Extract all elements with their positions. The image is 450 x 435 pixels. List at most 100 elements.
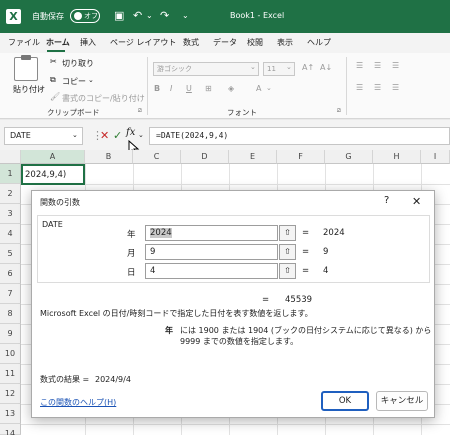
- row-header[interactable]: 6: [0, 264, 21, 284]
- tab-file[interactable]: ファイル: [8, 37, 40, 48]
- collapse-dialog-day-icon[interactable]: ⇧: [279, 263, 296, 279]
- arg-input-month[interactable]: 9: [145, 244, 278, 260]
- fill-color-icon[interactable]: ◈: [228, 84, 234, 93]
- formula-input[interactable]: =DATE(2024,9,4): [149, 127, 450, 145]
- copy-dropdown-icon[interactable]: ⌄: [88, 76, 94, 84]
- arg-description-text: には 1900 または 1904 (ブックの日付システムに応じて異なる) から …: [180, 326, 432, 346]
- fx-dropdown-icon[interactable]: ⌄: [138, 131, 144, 139]
- column-header[interactable]: C: [133, 150, 181, 164]
- active-cell-a1[interactable]: 2024,9,4): [21, 164, 85, 185]
- cancel-formula-icon[interactable]: ✕: [100, 129, 109, 142]
- gridline: [21, 184, 450, 185]
- collapse-dialog-year-icon[interactable]: ⇧: [279, 225, 296, 241]
- column-header[interactable]: D: [181, 150, 229, 164]
- arg-label-year: 年: [127, 230, 136, 240]
- tab-help[interactable]: ヘルプ: [307, 37, 331, 48]
- column-header[interactable]: H: [373, 150, 421, 164]
- align-left-icon[interactable]: ☰: [356, 83, 363, 92]
- column-header[interactable]: I: [421, 150, 450, 164]
- row-header[interactable]: 1: [0, 164, 21, 184]
- select-all-corner[interactable]: [0, 150, 21, 164]
- row-header[interactable]: 5: [0, 244, 21, 264]
- tab-home[interactable]: ホーム: [46, 37, 70, 48]
- font-name-dropdown-icon[interactable]: ⌄: [250, 63, 256, 71]
- paste-dropdown-icon[interactable]: ⌄: [38, 84, 44, 92]
- cut-icon[interactable]: ✂: [50, 57, 57, 66]
- column-header[interactable]: B: [85, 150, 133, 164]
- arg-label-day: 日: [127, 268, 136, 278]
- redo-icon[interactable]: ↷: [160, 8, 169, 24]
- column-header[interactable]: G: [325, 150, 373, 164]
- font-group-label: フォント: [227, 108, 257, 117]
- bold-button[interactable]: B: [154, 84, 160, 93]
- dialog-help-button[interactable]: ?: [384, 195, 389, 206]
- row-header[interactable]: 11: [0, 364, 21, 384]
- row-header[interactable]: 8: [0, 304, 21, 324]
- ok-button[interactable]: OK: [321, 391, 369, 411]
- font-launcher-icon[interactable]: ⧄: [337, 107, 341, 115]
- align-top-icon[interactable]: ☰: [356, 61, 363, 70]
- arg-label-month: 月: [127, 249, 136, 259]
- cut-button[interactable]: 切り取り: [62, 58, 94, 69]
- function-result-equals: =: [262, 295, 270, 305]
- row-header[interactable]: 12: [0, 384, 21, 404]
- font-name-box[interactable]: 游ゴシック: [153, 62, 259, 76]
- paste-icon[interactable]: [14, 55, 38, 81]
- arg-input-year[interactable]: 2024: [145, 225, 278, 241]
- column-header[interactable]: E: [229, 150, 277, 164]
- undo-dropdown-icon[interactable]: ⌄: [146, 8, 153, 24]
- italic-button[interactable]: I: [170, 84, 172, 93]
- align-middle-icon[interactable]: ☰: [374, 61, 381, 70]
- clipboard-launcher-icon[interactable]: ⧄: [138, 107, 142, 115]
- align-center-icon[interactable]: ☰: [374, 83, 381, 92]
- row-header[interactable]: 9: [0, 324, 21, 344]
- name-box-dropdown-icon[interactable]: ⌄: [72, 131, 78, 139]
- tab-insert[interactable]: 挿入: [80, 37, 96, 48]
- copy-button[interactable]: コピー: [62, 76, 86, 87]
- row-header[interactable]: 10: [0, 344, 21, 364]
- font-color-icon[interactable]: A: [256, 84, 261, 93]
- enter-formula-icon[interactable]: ✓: [113, 129, 122, 142]
- excel-logo-icon: X: [6, 9, 21, 24]
- format-painter-button[interactable]: 書式のコピー/貼り付け: [62, 93, 145, 104]
- row-header[interactable]: 13: [0, 404, 21, 424]
- align-bottom-icon[interactable]: ☰: [392, 61, 399, 70]
- format-painter-icon[interactable]: 🖌: [50, 92, 60, 101]
- arg-input-day[interactable]: 4: [145, 263, 278, 279]
- function-description: Microsoft Excel の日付/時刻コードで指定した日付を表す数値を返し…: [40, 309, 313, 318]
- tab-view[interactable]: 表示: [277, 37, 293, 48]
- underline-button[interactable]: U: [186, 84, 192, 93]
- tab-data[interactable]: データ: [213, 37, 237, 48]
- dialog-close-button[interactable]: ✕: [412, 195, 421, 208]
- font-color-dropdown-icon[interactable]: ⌄: [266, 84, 272, 92]
- grow-font-icon[interactable]: A↑: [302, 63, 314, 72]
- formula-result-value: 2024/9/4: [95, 375, 131, 384]
- undo-icon[interactable]: ↶: [133, 8, 142, 24]
- ribbon-tabs: ファイル ホーム 挿入 ページ レイアウト 数式 データ 校閲 表示 ヘルプ: [0, 33, 450, 53]
- autosave-state: オフ: [84, 12, 98, 20]
- group-separator: [346, 57, 347, 115]
- align-right-icon[interactable]: ☰: [392, 83, 399, 92]
- collapse-dialog-month-icon[interactable]: ⇧: [279, 244, 296, 260]
- save-icon[interactable]: ▣: [114, 8, 124, 24]
- column-header[interactable]: A: [21, 150, 85, 164]
- autosave-toggle[interactable]: オフ: [70, 9, 100, 23]
- copy-icon[interactable]: ⧉: [50, 75, 56, 85]
- tab-page-layout[interactable]: ページ レイアウト: [110, 37, 176, 48]
- column-header[interactable]: F: [277, 150, 325, 164]
- shrink-font-icon[interactable]: A↓: [320, 63, 332, 72]
- row-header[interactable]: 2: [0, 184, 21, 204]
- row-header[interactable]: 3: [0, 204, 21, 224]
- insert-function-button[interactable]: fx: [126, 127, 135, 138]
- quick-access-dropdown-icon[interactable]: ⌄: [182, 8, 189, 24]
- function-help-link[interactable]: この関数のヘルプ(H): [40, 397, 116, 408]
- row-header[interactable]: 14: [0, 424, 21, 435]
- row-header[interactable]: 7: [0, 284, 21, 304]
- borders-icon[interactable]: ⊞: [205, 84, 212, 93]
- ribbon: 貼り付け ⌄ ✂ 切り取り ⧉ コピー ⌄ 🖌 書式のコピー/貼り付け クリップ…: [0, 53, 450, 119]
- tab-review[interactable]: 校閲: [247, 37, 263, 48]
- cancel-button[interactable]: キャンセル: [376, 391, 428, 411]
- row-header[interactable]: 4: [0, 224, 21, 244]
- tab-formulas[interactable]: 数式: [183, 37, 199, 48]
- font-size-dropdown-icon[interactable]: ⌄: [286, 63, 292, 71]
